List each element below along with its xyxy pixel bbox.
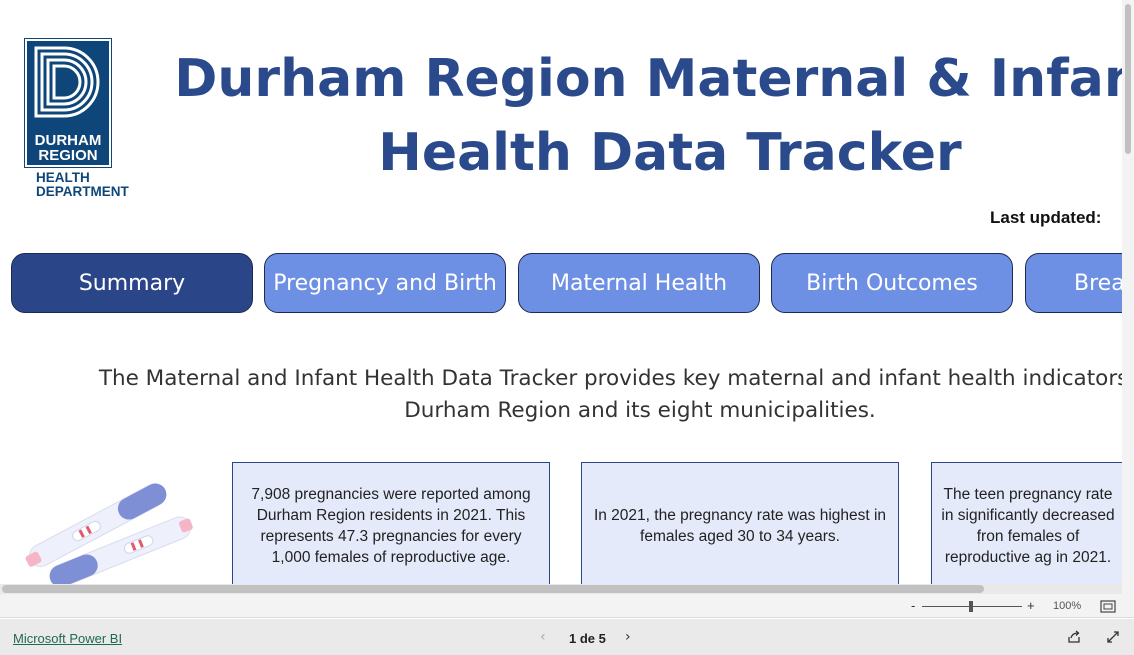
logo-text-department: DEPARTMENT	[36, 184, 129, 199]
footer-bar	[0, 619, 1134, 655]
tab-maternal-health[interactable]: Maternal Health	[518, 253, 760, 313]
previous-page-button[interactable]: ‹	[540, 629, 546, 645]
zoom-out-button[interactable]: -	[911, 598, 915, 613]
last-updated-label: Last updated:	[990, 208, 1102, 227]
microsoft-power-bi-link[interactable]: Microsoft Power BI	[13, 631, 122, 646]
vertical-scrollbar-thumb[interactable]	[1125, 4, 1131, 154]
pregnancy-tests-icon	[24, 480, 199, 590]
horizontal-scrollbar-thumb[interactable]	[2, 585, 984, 593]
zoom-in-button[interactable]: +	[1027, 598, 1035, 613]
summary-card-pregnancies: 7,908 pregnancies were reported among Du…	[232, 462, 550, 590]
logo-emblem: DURHAM REGION	[24, 38, 112, 168]
durham-region-logo: DURHAM REGION HEALTH DEPARTMENT	[24, 38, 134, 200]
logo-text-region: REGION	[38, 147, 98, 164]
summary-card-teen-pregnancy: The teen pregnancy rate in significantly…	[931, 462, 1122, 590]
next-page-button[interactable]: ›	[625, 629, 631, 645]
tab-breastfeeding-label: Breas	[1074, 270, 1122, 296]
page-title-line-1: Durham Region Maternal & Infant	[174, 49, 1122, 109]
summary-card-teen-pregnancy-text: The teen pregnancy rate in significantly…	[941, 486, 1115, 566]
page-title-line-2: Health Data Tracker	[378, 123, 962, 183]
tab-summary-label: Summary	[78, 270, 186, 296]
summary-card-pregnancy-rate-text: In 2021, the pregnancy rate was highest …	[593, 507, 887, 545]
fit-to-page-icon[interactable]	[1100, 600, 1116, 613]
tab-maternal-health-label: Maternal Health	[550, 270, 728, 296]
tab-pregnancy-and-birth[interactable]: Pregnancy and Birth	[264, 253, 506, 313]
page-title: Durham Region Maternal & Infant Health D…	[150, 42, 1122, 190]
tab-birth-outcomes[interactable]: Birth Outcomes	[771, 253, 1013, 313]
report-canvas: DURHAM REGION HEALTH DEPARTMENT Durham R…	[0, 0, 1122, 590]
tab-pregnancy-and-birth-label: Pregnancy and Birth	[273, 270, 497, 296]
tab-birth-outcomes-label: Birth Outcomes	[806, 270, 978, 296]
page-indicator: 1 de 5	[569, 631, 606, 646]
fullscreen-icon[interactable]	[1106, 630, 1120, 644]
intro-text: The Maternal and Infant Health Data Trac…	[70, 363, 1122, 427]
summary-card-pregnancy-rate: In 2021, the pregnancy rate was highest …	[581, 462, 899, 590]
share-icon[interactable]	[1067, 630, 1081, 644]
logo-d-mark-icon	[34, 46, 100, 118]
tab-summary[interactable]: Summary	[11, 253, 253, 313]
logo-text-health: HEALTH	[36, 170, 90, 185]
tab-breastfeeding[interactable]: Breas	[1025, 253, 1122, 313]
intro-text-line-2: Durham Region and its eight municipaliti…	[404, 398, 876, 423]
zoom-level: 100%	[1053, 600, 1082, 612]
summary-card-pregnancies-text: 7,908 pregnancies were reported among Du…	[251, 486, 531, 566]
zoom-slider-handle[interactable]	[969, 601, 973, 612]
intro-text-line-1: The Maternal and Infant Health Data Trac…	[98, 366, 1122, 391]
